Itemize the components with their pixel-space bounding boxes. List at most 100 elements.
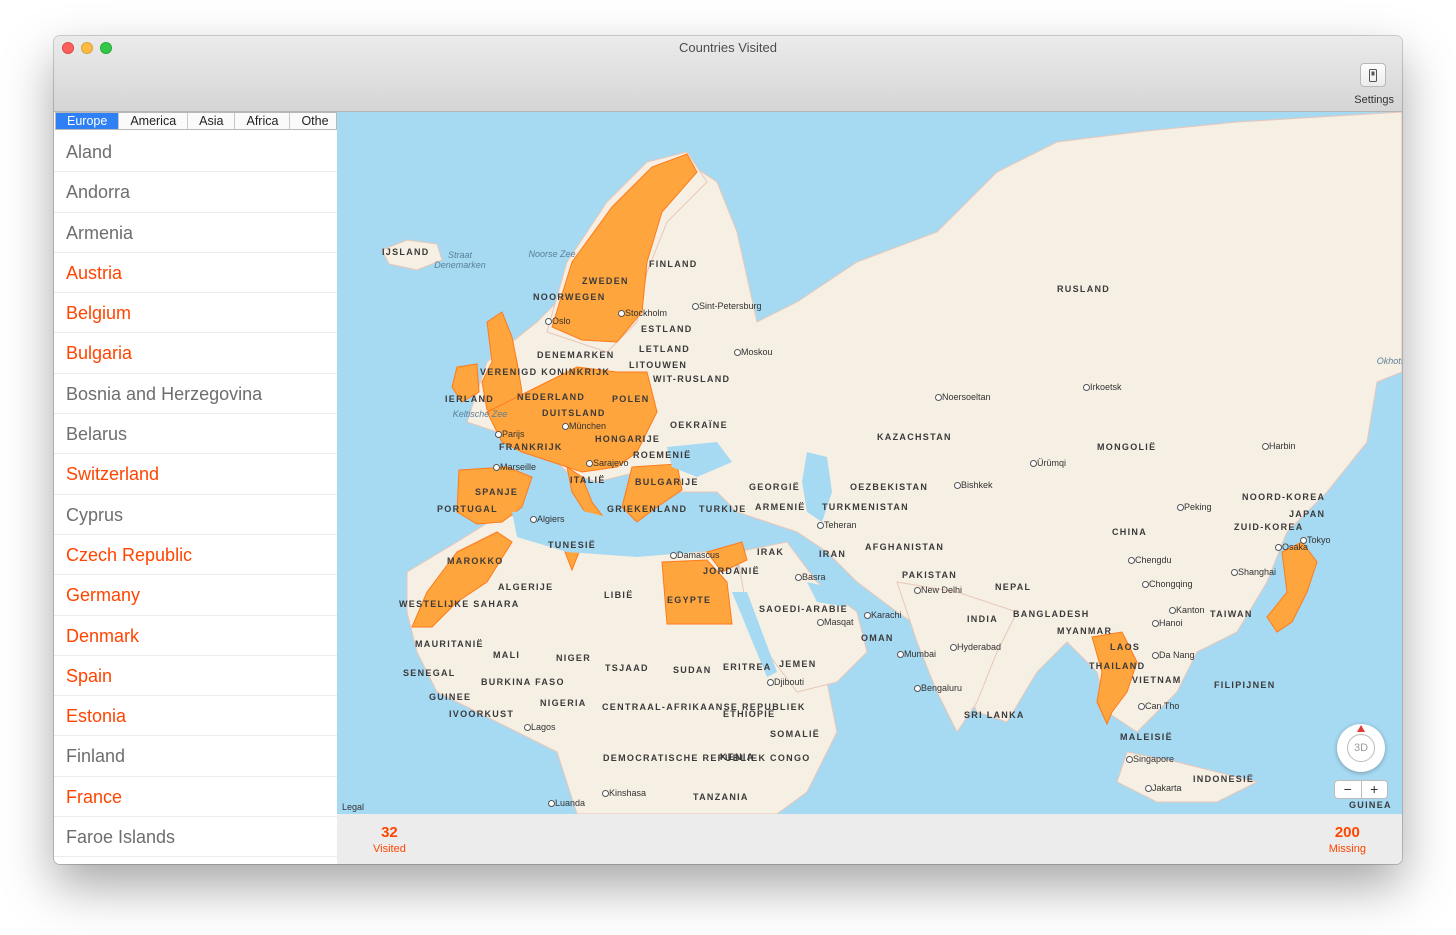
country-row[interactable]: Armenia: [54, 213, 337, 253]
city-marker-icon: [670, 552, 677, 559]
zoom-out-button[interactable]: −: [1335, 781, 1362, 798]
city-marker-icon: [1083, 384, 1090, 391]
city-label: Noersoeltan: [942, 392, 991, 402]
title-bar: Countries Visited Settings: [54, 36, 1402, 112]
country-label: TURKMENISTAN: [822, 502, 909, 512]
city-marker-icon: [602, 790, 609, 797]
country-row[interactable]: Belarus: [54, 414, 337, 455]
country-label: HONGARIJE: [595, 434, 661, 444]
tab-africa[interactable]: Africa: [235, 113, 291, 129]
city-label: Can Tho: [1145, 701, 1180, 711]
tab-europe[interactable]: Europe: [56, 113, 120, 129]
country-label: POLEN: [612, 394, 650, 404]
tab-asia[interactable]: Asia: [188, 113, 236, 129]
sea-label: Okhots Mor: [1376, 356, 1402, 366]
map-compass[interactable]: 3D: [1337, 724, 1385, 772]
country-label: SOMALIË: [770, 729, 821, 739]
city-marker-icon: [1152, 652, 1159, 659]
country-row[interactable]: Switzerland: [54, 454, 337, 495]
city-marker-icon: [914, 685, 921, 692]
city-marker-icon: [692, 303, 699, 310]
city-label: Chongqing: [1149, 579, 1193, 589]
visited-label: Visited: [373, 843, 406, 855]
country-sidebar: Europe America Asia Africa Othe Aland Andorra…: [54, 112, 337, 864]
tab-othe[interactable]: Othe: [290, 113, 336, 129]
country-row[interactable]: Belgium: [54, 293, 337, 334]
country-row[interactable]: France: [54, 777, 337, 818]
country-row[interactable]: Estonia: [54, 696, 337, 737]
country-row[interactable]: Faroe Islands: [54, 817, 337, 858]
city-label: Tokyo: [1307, 535, 1331, 545]
city-marker-icon: [548, 800, 555, 807]
city-label: Sint-Petersburg: [699, 301, 762, 311]
country-label: GEORGIË: [749, 482, 801, 492]
legal-link[interactable]: Legal: [342, 802, 364, 812]
city-label: Damascus: [677, 550, 720, 560]
city-label: Stockholm: [625, 308, 668, 318]
city-label: Bishkek: [961, 480, 993, 490]
city-marker-icon: [864, 612, 871, 619]
country-label: CHINA: [1112, 527, 1147, 537]
city-marker-icon: [935, 394, 942, 401]
country-label: ROEMENIË: [633, 450, 692, 460]
city-marker-icon: [1030, 460, 1037, 467]
country-row[interactable]: Bosnia and Herzegovina: [54, 374, 337, 415]
country-label: BURKINA FASO: [481, 677, 565, 687]
country-label: LAOS: [1110, 642, 1141, 652]
tab-america[interactable]: America: [119, 113, 189, 129]
compass-3d-button[interactable]: 3D: [1347, 734, 1375, 762]
world-map[interactable]: IJSLAND FINLAND ZWEDEN NOORWEGEN ESTLAND LETL…: [337, 112, 1402, 814]
city-label: Marseille: [500, 462, 537, 472]
settings-button[interactable]: [1360, 63, 1386, 87]
country-row[interactable]: Finland: [54, 736, 337, 777]
country-label: ZUID-KOREA: [1234, 522, 1304, 532]
country-label: NIGERIA: [540, 698, 587, 708]
country-row[interactable]: Denmark: [54, 616, 337, 656]
city-marker-icon: [1126, 756, 1133, 763]
city-label: Djibouti: [774, 677, 805, 687]
country-label: LETLAND: [639, 344, 691, 354]
city-label: Masqat: [824, 617, 854, 627]
country-label: WIT-RUSLAND: [653, 374, 731, 384]
country-row[interactable]: Germany: [54, 575, 337, 616]
city-label: Algiers: [537, 514, 565, 524]
country-label: ZWEDEN: [582, 276, 629, 286]
country-label: AFGHANISTAN: [865, 542, 945, 552]
city-label: Kanton: [1176, 605, 1205, 615]
country-label: LIBIË: [604, 590, 634, 600]
missing-stat: 200 Missing: [1329, 824, 1366, 855]
country-row[interactable]: Austria: [54, 253, 337, 294]
country-row[interactable]: Andorra: [54, 172, 337, 213]
country-label: KAZACHSTAN: [877, 432, 952, 442]
city-label: Peking: [1184, 502, 1212, 512]
country-row[interactable]: Aland: [54, 132, 337, 173]
country-row[interactable]: Cyprus: [54, 495, 337, 535]
city-label: Da Nang: [1159, 650, 1195, 660]
city-marker-icon: [1142, 581, 1149, 588]
country-label: WESTELIJKE SAHARA: [399, 599, 520, 609]
country-row[interactable]: Czech Republic: [54, 535, 337, 576]
city-marker-icon: [545, 318, 552, 325]
missing-count: 200: [1334, 824, 1360, 841]
city-label: Luanda: [555, 798, 586, 808]
status-footer: 32 Visited 200 Missing: [337, 814, 1402, 864]
country-label: ALGERIJE: [498, 582, 554, 592]
country-label: DUITSLAND: [542, 408, 606, 418]
city-label: Singapore: [1133, 754, 1175, 764]
country-label: TURKIJE: [699, 504, 747, 514]
country-label: NOORD-KOREA: [1242, 492, 1326, 502]
country-label: MYANMAR: [1057, 626, 1113, 636]
country-label: TSJAAD: [605, 663, 649, 673]
city-marker-icon: [586, 460, 593, 467]
city-label: Moskou: [741, 347, 773, 357]
country-label: IVOORKUST: [449, 709, 515, 719]
country-label: ESTLAND: [641, 324, 693, 334]
missing-label: Missing: [1328, 843, 1366, 855]
country-label: MAURITANIË: [415, 639, 484, 649]
country-label: MONGOLIË: [1097, 442, 1157, 452]
region-tabs: Europe America Asia Africa Othe: [55, 112, 337, 130]
city-marker-icon: [495, 431, 502, 438]
country-row[interactable]: Bulgaria: [54, 333, 337, 374]
country-row[interactable]: Spain: [54, 656, 337, 697]
zoom-in-button[interactable]: +: [1362, 781, 1388, 798]
